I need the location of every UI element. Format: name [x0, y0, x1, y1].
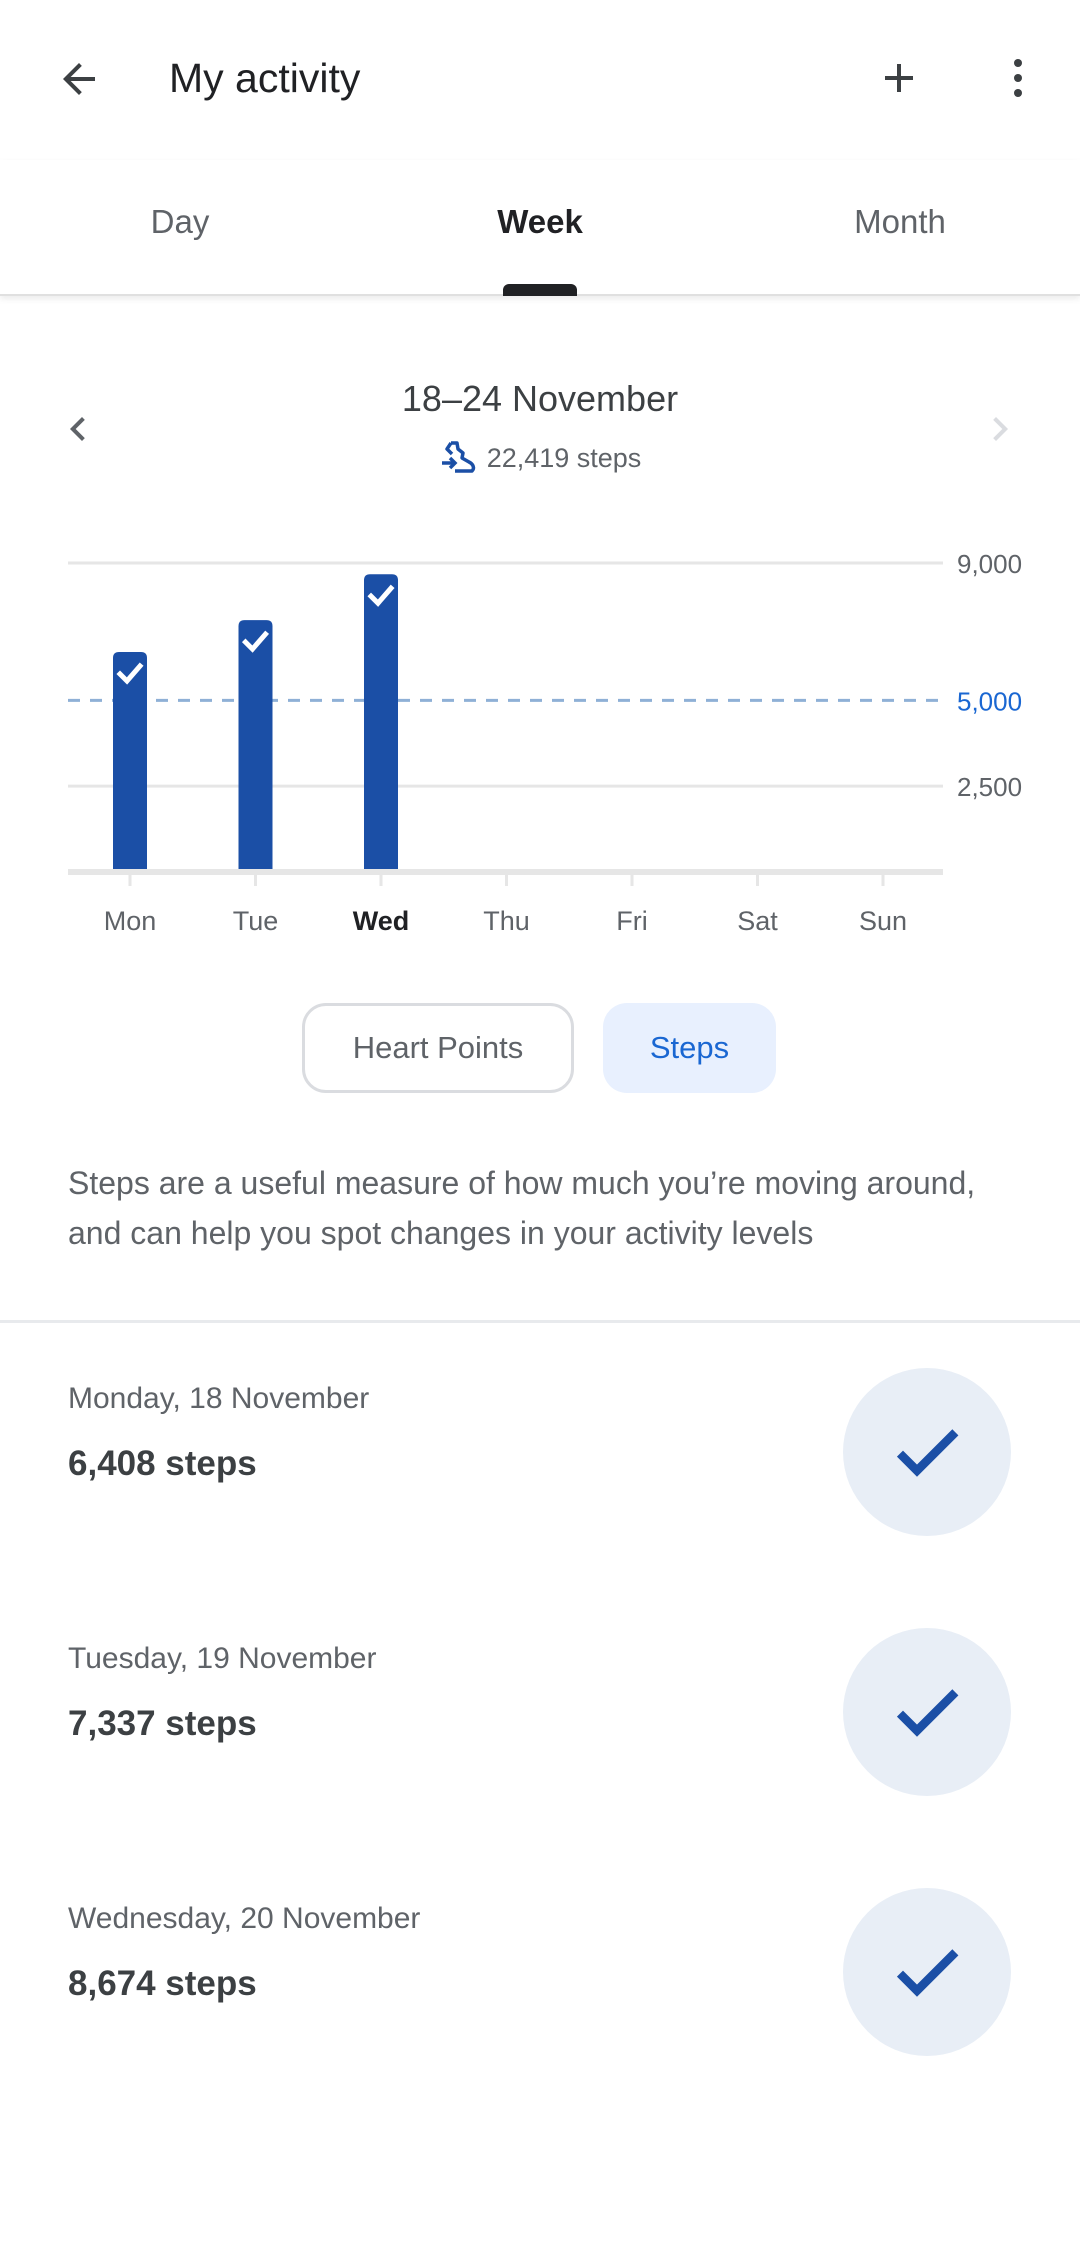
y-tick-label: 2,500: [957, 772, 1022, 802]
steps-description: Steps are a useful measure of how much y…: [68, 1165, 976, 1251]
week-total: 22,419 steps: [0, 440, 1080, 476]
day-steps: 7,337 steps: [68, 1704, 257, 1743]
add-activity-button[interactable]: [859, 38, 939, 118]
goal-badge: [843, 1888, 1011, 2056]
goal-badge: [843, 1628, 1011, 1796]
chevron-right-icon: [993, 417, 1008, 441]
page-title: My activity: [169, 55, 361, 101]
arrow-back-icon: [63, 63, 95, 95]
x-tick-label: Fri: [616, 906, 647, 936]
section-divider: [0, 1320, 1080, 1323]
x-tick-label: Thu: [483, 906, 530, 936]
goal-badge: [843, 1368, 1011, 1536]
bar-tue: [238, 620, 273, 872]
x-tick-label: Mon: [104, 906, 157, 936]
day-list-item[interactable]: Tuesday, 19 November 7,337 steps: [0, 1600, 1080, 1860]
day-steps: 6,408 steps: [68, 1444, 257, 1483]
back-button[interactable]: [39, 39, 119, 119]
period-tabs: Day Week Month: [0, 160, 1080, 296]
x-tick-label: Wed: [353, 906, 410, 936]
tab-day[interactable]: Day: [0, 160, 360, 296]
x-tick-label: Sun: [859, 906, 907, 936]
week-total-steps: 22,419 steps: [486, 442, 642, 473]
tab-month[interactable]: Month: [720, 160, 1080, 296]
more-options-button[interactable]: [978, 38, 1058, 118]
day-list-item[interactable]: Wednesday, 20 November 8,674 steps: [0, 1860, 1080, 2120]
tab-week[interactable]: Week: [360, 160, 720, 296]
steps-bar-chart: 9,000 5,000 2,500 Mon Tue Wed Thu Fri Sat Sun: [68, 549, 1022, 936]
x-tick-label: Tue: [233, 906, 279, 936]
day-steps: 8,674 steps: [68, 1964, 257, 2003]
x-tick-label: Sat: [737, 906, 778, 936]
bar-mon: [113, 651, 147, 872]
y-tick-label: 9,000: [957, 549, 1022, 579]
day-date: Monday, 18 November: [68, 1382, 370, 1415]
next-week-button[interactable]: [960, 389, 1040, 469]
check-icon: [896, 1689, 959, 1737]
plus-icon: [885, 64, 913, 92]
check-icon: [896, 1949, 959, 1997]
week-range-label: 18–24 November: [401, 378, 679, 419]
heart-points-toggle[interactable]: Heart Points: [302, 1003, 574, 1093]
more-vert-icon: [1014, 59, 1022, 97]
steps-toggle[interactable]: Steps: [603, 1003, 776, 1093]
steps-shoe-icon: [441, 441, 475, 473]
app-bar: My activity: [0, 0, 1080, 160]
bar-wed: [364, 574, 398, 872]
y-tick-label: 5,000: [957, 686, 1022, 716]
day-list-item[interactable]: Monday, 18 November 6,408 steps: [0, 1340, 1080, 1600]
day-date: Tuesday, 19 November: [68, 1642, 377, 1675]
day-date: Wednesday, 20 November: [68, 1902, 421, 1935]
active-tab-indicator: [503, 284, 577, 296]
check-icon: [896, 1429, 959, 1477]
